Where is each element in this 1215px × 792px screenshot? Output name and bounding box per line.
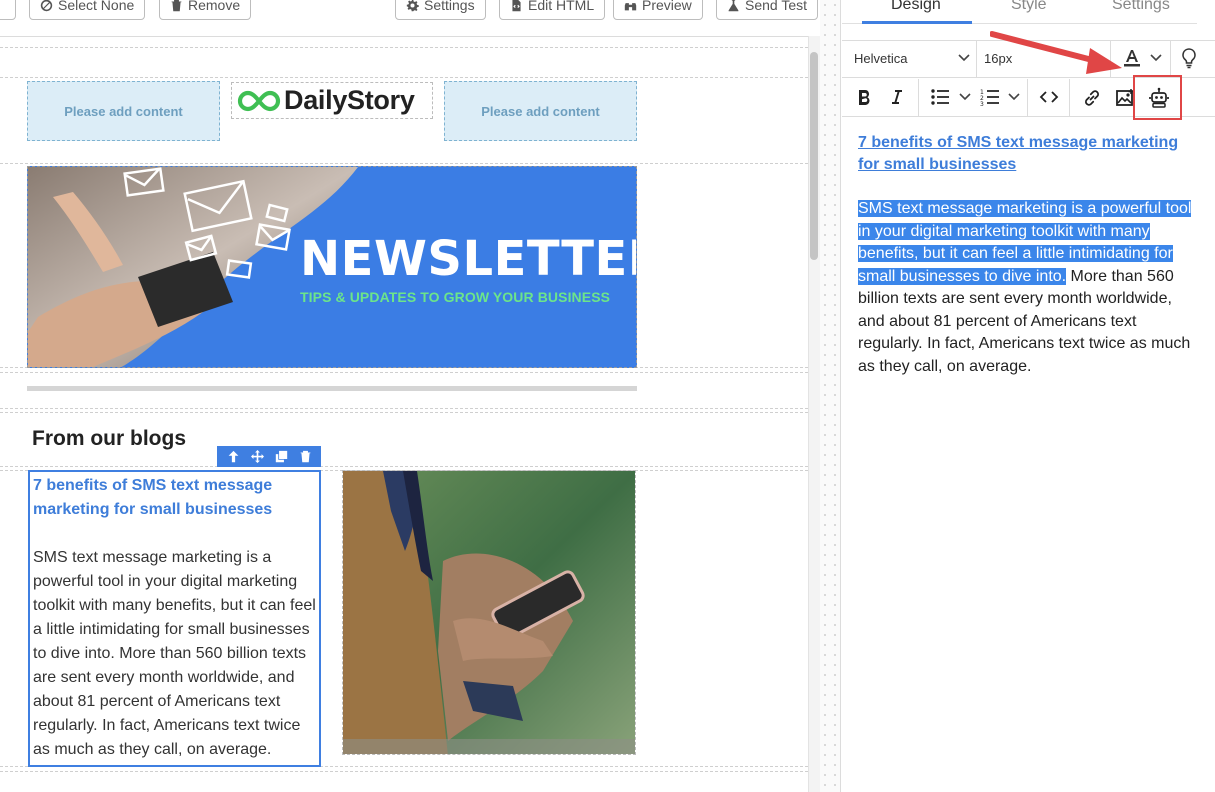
edit-html-label: Edit HTML [528, 0, 595, 13]
lightbulb-icon[interactable] [1180, 47, 1198, 69]
send-test-label: Send Test [745, 0, 808, 13]
trash-icon [171, 0, 182, 11]
select-none-label: Select None [58, 0, 135, 13]
row-divider [0, 408, 808, 409]
link-icon[interactable] [1082, 88, 1102, 108]
editor-title-link[interactable]: 7 benefits of SMS text message marketing… [858, 132, 1188, 176]
logo-text: DailyStory [284, 85, 415, 115]
selected-text-block[interactable]: 7 benefits of SMS text message marketing… [28, 470, 321, 767]
newsletter-banner[interactable]: NEWSLETTER TIPS & UPDATES TO GROW YOUR B… [27, 166, 637, 368]
row-divider [0, 466, 808, 467]
blog-title-link[interactable]: 7 benefits of SMS text message marketing… [33, 474, 303, 522]
select-none-button[interactable]: Select None [29, 0, 146, 20]
toolbar-separator [918, 79, 919, 117]
person-texting-image [343, 471, 635, 754]
toolbar-separator [1069, 79, 1070, 117]
edit-html-button[interactable]: Edit HTML [499, 0, 606, 20]
rich-text-editor[interactable]: 7 benefits of SMS text message marketing… [858, 132, 1198, 378]
toolbar-separator [1170, 41, 1171, 78]
code-file-icon [512, 0, 521, 11]
font-family-select[interactable]: Helvetica [854, 51, 907, 66]
row-divider [0, 412, 808, 413]
content-placeholder-right[interactable]: Please add content [444, 81, 637, 141]
row-divider [0, 771, 808, 772]
chevron-down-icon[interactable] [1150, 53, 1162, 63]
row-divider [0, 372, 808, 373]
block-toolbar [217, 446, 321, 467]
toolbar-button-partial[interactable] [0, 0, 16, 20]
code-icon[interactable] [1039, 89, 1059, 105]
annotation-highlight-box [1133, 75, 1182, 120]
settings-button[interactable]: Settings [395, 0, 486, 20]
svg-text:3: 3 [980, 101, 984, 106]
binoculars-icon [624, 2, 637, 10]
row-divider [0, 77, 808, 78]
arrow-up-icon[interactable] [227, 450, 240, 463]
toolbar-separator [1027, 79, 1028, 117]
logo-block[interactable]: DailyStory [231, 82, 433, 119]
chevron-down-icon[interactable] [1008, 92, 1020, 102]
circle-slash-icon [40, 0, 53, 11]
banner-title: NEWSLETTER [300, 231, 637, 287]
bold-icon[interactable] [856, 88, 872, 106]
infinity-logo-icon [237, 90, 281, 111]
divider-block[interactable] [27, 386, 637, 391]
trash-icon[interactable] [299, 450, 312, 463]
blog-body-text: SMS text message marketing is a powerful… [33, 549, 316, 758]
canvas-scrollbar-thumb[interactable] [810, 52, 818, 260]
settings-label: Settings [424, 0, 475, 13]
blog-image-block[interactable] [342, 470, 636, 755]
remove-label: Remove [188, 0, 241, 13]
preview-button[interactable]: Preview [613, 0, 703, 20]
move-icon[interactable] [250, 450, 264, 463]
bullet-list-icon[interactable] [930, 88, 950, 106]
numbered-list-icon[interactable]: 123 [980, 88, 1000, 106]
duplicate-icon[interactable] [275, 450, 288, 463]
section-heading[interactable]: From our blogs [32, 427, 186, 451]
panel-resize-gutter[interactable] [820, 0, 841, 792]
active-tab-indicator [862, 21, 972, 24]
italic-icon[interactable] [889, 88, 905, 106]
image-icon[interactable] [1115, 88, 1135, 108]
flask-icon [728, 0, 739, 11]
send-test-button[interactable]: Send Test [716, 0, 819, 20]
toolbar-separator [976, 41, 977, 78]
email-builder-app: Select None Remove Settings Edit HTML Pr… [0, 0, 1215, 792]
remove-button[interactable]: Remove [159, 0, 252, 20]
banner-subtitle: TIPS & UPDATES TO GROW YOUR BUSINESS [300, 289, 611, 305]
preview-label: Preview [642, 0, 692, 13]
tab-settings[interactable]: Settings [1112, 0, 1170, 14]
tab-design[interactable]: Design [891, 0, 941, 14]
tab-style[interactable]: Style [1011, 0, 1047, 14]
gear-icon [406, 0, 419, 11]
row-divider [0, 47, 808, 48]
row-divider [0, 163, 808, 164]
annotation-arrow-icon [990, 31, 1122, 74]
editor-body-text[interactable]: SMS text message marketing is a powerful… [858, 198, 1196, 378]
chevron-down-icon[interactable] [959, 92, 971, 102]
chevron-down-icon[interactable] [958, 53, 970, 63]
content-placeholder-left[interactable]: Please add content [27, 81, 220, 141]
